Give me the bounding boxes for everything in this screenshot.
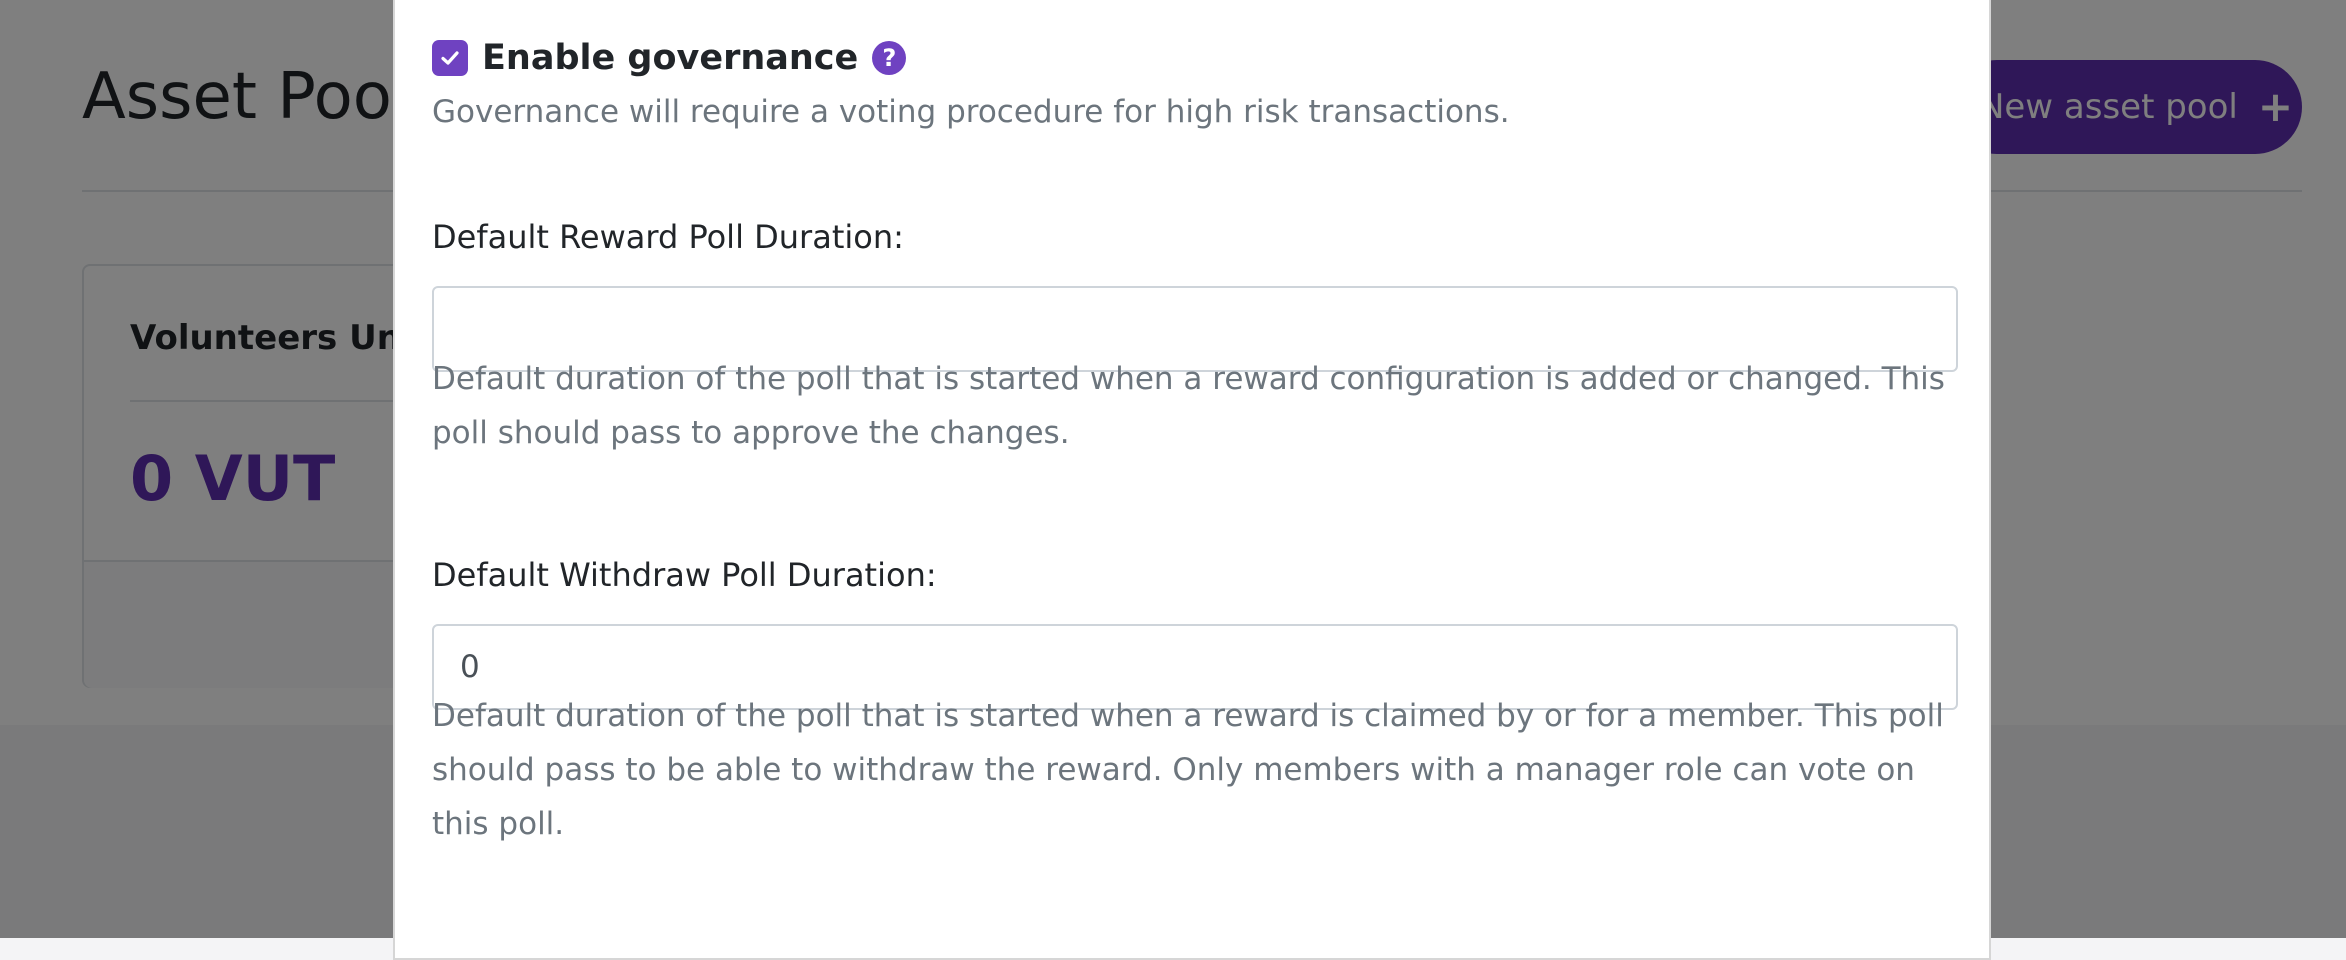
reward-poll-duration-label: Default Reward Poll Duration: — [432, 218, 904, 256]
enable-governance-label[interactable]: Enable governance — [482, 38, 858, 78]
reward-poll-duration-help: Default duration of the poll that is sta… — [432, 361, 1945, 451]
governance-row: Enable governance ? — [432, 38, 907, 78]
check-icon — [441, 51, 459, 65]
asset-pool-modal: Enable governance ? Governance will requ… — [393, 0, 1991, 960]
governance-help-text: Governance will require a voting procedu… — [432, 94, 1510, 130]
enable-governance-checkbox[interactable] — [432, 40, 468, 76]
withdraw-poll-duration-help: Default duration of the poll that is sta… — [432, 698, 1944, 842]
question-icon[interactable]: ? — [872, 41, 907, 75]
withdraw-poll-duration-label: Default Withdraw Poll Duration: — [432, 556, 937, 594]
